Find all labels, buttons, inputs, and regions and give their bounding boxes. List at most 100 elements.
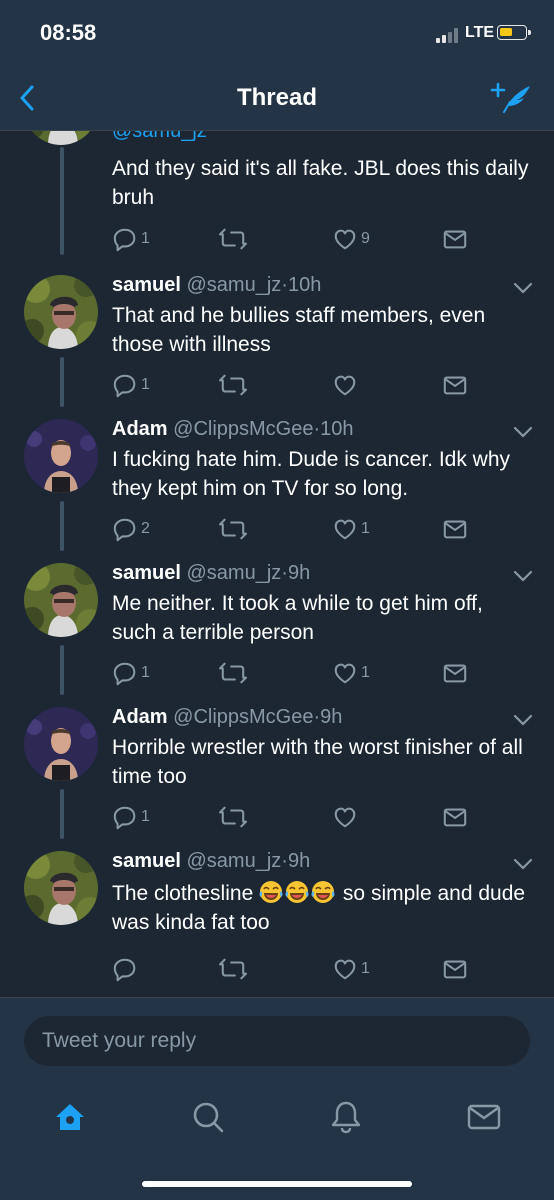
reply-icon xyxy=(112,226,138,252)
like-icon xyxy=(332,660,358,686)
page-title: Thread xyxy=(236,84,317,111)
tweet-actions: 1 1 xyxy=(112,659,472,687)
avatar[interactable] xyxy=(24,419,98,493)
tweet-handle[interactable]: @samu_jz xyxy=(187,274,282,296)
retweet-button[interactable] xyxy=(218,225,248,253)
thread-connector xyxy=(60,645,64,695)
compose-tweet-button[interactable] xyxy=(490,80,534,116)
tweet[interactable]: Adam @ClippsMcGee·10h I fucking hate him… xyxy=(0,415,554,555)
like-icon xyxy=(332,372,358,398)
tweet-text: The clothesline so simple and dude was k… xyxy=(112,879,532,937)
like-button[interactable]: 9 xyxy=(332,225,370,253)
tweet-header: samuel @samu_jz·9h xyxy=(112,850,311,872)
chevron-down-icon[interactable] xyxy=(512,857,534,871)
thread-connector xyxy=(60,501,64,551)
direct-message-button[interactable] xyxy=(442,371,468,399)
home-indicator xyxy=(142,1181,412,1187)
reply-button[interactable]: 1 xyxy=(112,371,150,399)
like-button[interactable] xyxy=(332,371,361,399)
direct-message-button[interactable] xyxy=(442,659,468,687)
reply-button[interactable]: 1 xyxy=(112,659,150,687)
reply-button[interactable] xyxy=(112,955,141,983)
tweet[interactable]: Adam @ClippsMcGee·9h Horrible wrestler w… xyxy=(0,703,554,843)
like-count: 1 xyxy=(361,664,370,681)
reply-button[interactable]: 2 xyxy=(112,515,150,543)
thread-list[interactable]: @samu_jz And they said it's all fake. JB… xyxy=(0,131,554,997)
nav-bar: Thread xyxy=(0,68,554,131)
tweet-author-name[interactable]: samuel xyxy=(112,850,181,872)
tweet-text: That and he bullies staff members, even … xyxy=(112,304,486,356)
battery-icon xyxy=(497,25,531,40)
tab-messages[interactable] xyxy=(464,1097,504,1137)
tweet[interactable]: samuel @samu_jz·9h The clothesline so si… xyxy=(0,847,554,997)
chevron-down-icon[interactable] xyxy=(512,425,534,439)
tab-search[interactable] xyxy=(188,1097,228,1137)
reply-count: 1 xyxy=(141,808,150,825)
retweet-icon xyxy=(218,956,248,982)
tweet-handle[interactable]: @samu_jz xyxy=(187,850,282,872)
tweet-handle[interactable]: @samu_jz xyxy=(187,562,282,584)
chevron-down-icon[interactable] xyxy=(512,713,534,727)
avatar[interactable] xyxy=(24,707,98,781)
tweet-time: 9h xyxy=(287,850,311,872)
tweet-handle[interactable]: @ClippsMcGee xyxy=(173,706,313,728)
reply-icon xyxy=(112,516,138,542)
tweet[interactable]: @samu_jz And they said it's all fake. JB… xyxy=(0,131,554,261)
direct-message-button[interactable] xyxy=(442,955,468,983)
like-button[interactable] xyxy=(332,803,361,831)
direct-message-button[interactable] xyxy=(442,225,468,253)
face-with-tears-of-joy-emoji xyxy=(259,882,337,905)
tweet-author-name[interactable]: Adam xyxy=(112,418,168,440)
retweet-button[interactable] xyxy=(218,803,248,831)
avatar[interactable] xyxy=(24,851,98,925)
cellular-signal-icon xyxy=(436,27,460,43)
chevron-down-icon[interactable] xyxy=(512,281,534,295)
like-button[interactable]: 1 xyxy=(332,515,370,543)
retweet-button[interactable] xyxy=(218,955,248,983)
tweet-author-name[interactable]: samuel xyxy=(112,562,181,584)
search-icon xyxy=(193,1102,224,1133)
like-count: 9 xyxy=(361,230,370,247)
reply-icon xyxy=(112,804,138,830)
direct-message-button[interactable] xyxy=(442,515,468,543)
reply-button[interactable]: 1 xyxy=(112,225,150,253)
reply-count: 1 xyxy=(141,664,150,681)
tweet[interactable]: samuel @samu_jz·10h That and he bullies … xyxy=(0,271,554,411)
avatar[interactable] xyxy=(24,131,98,145)
status-time: 08:58 xyxy=(40,20,97,45)
like-icon xyxy=(332,516,358,542)
tweet-actions: 1 xyxy=(112,371,472,399)
like-icon xyxy=(332,226,358,252)
avatar[interactable] xyxy=(24,563,98,637)
tweet-text: Me neither. It took a while to get him o… xyxy=(112,592,483,644)
tweet-header: Adam @ClippsMcGee·10h xyxy=(112,418,354,440)
home-icon xyxy=(56,1104,84,1130)
thread-connector xyxy=(60,789,64,839)
tweet-handle[interactable]: @ClippsMcGee xyxy=(173,418,313,440)
direct-message-button[interactable] xyxy=(442,803,468,831)
chevron-down-icon[interactable] xyxy=(512,569,534,583)
retweet-button[interactable] xyxy=(218,371,248,399)
messages-envelope-icon xyxy=(467,1104,501,1130)
retweet-button[interactable] xyxy=(218,659,248,687)
avatar[interactable] xyxy=(24,275,98,349)
tweet-actions: 1 xyxy=(112,955,472,983)
retweet-icon xyxy=(218,516,248,542)
tweet[interactable]: samuel @samu_jz·9h Me neither. It took a… xyxy=(0,559,554,699)
tab-home[interactable] xyxy=(50,1097,90,1137)
retweet-button[interactable] xyxy=(218,515,248,543)
like-button[interactable]: 1 xyxy=(332,659,370,687)
direct-message-icon xyxy=(442,516,468,542)
tweet-time: 10h xyxy=(320,418,354,440)
tweet-author-name[interactable]: Adam xyxy=(112,706,168,728)
reply-button[interactable]: 1 xyxy=(112,803,150,831)
reply-input[interactable] xyxy=(24,1016,530,1066)
reply-icon xyxy=(112,660,138,686)
tweet-handle[interactable]: @samu_jz xyxy=(112,131,207,142)
retweet-icon xyxy=(218,372,248,398)
tweet-author-name[interactable]: samuel xyxy=(112,274,181,296)
like-count: 1 xyxy=(361,520,370,537)
like-button[interactable]: 1 xyxy=(332,955,370,983)
tab-notifications[interactable] xyxy=(326,1097,366,1137)
direct-message-icon xyxy=(442,660,468,686)
